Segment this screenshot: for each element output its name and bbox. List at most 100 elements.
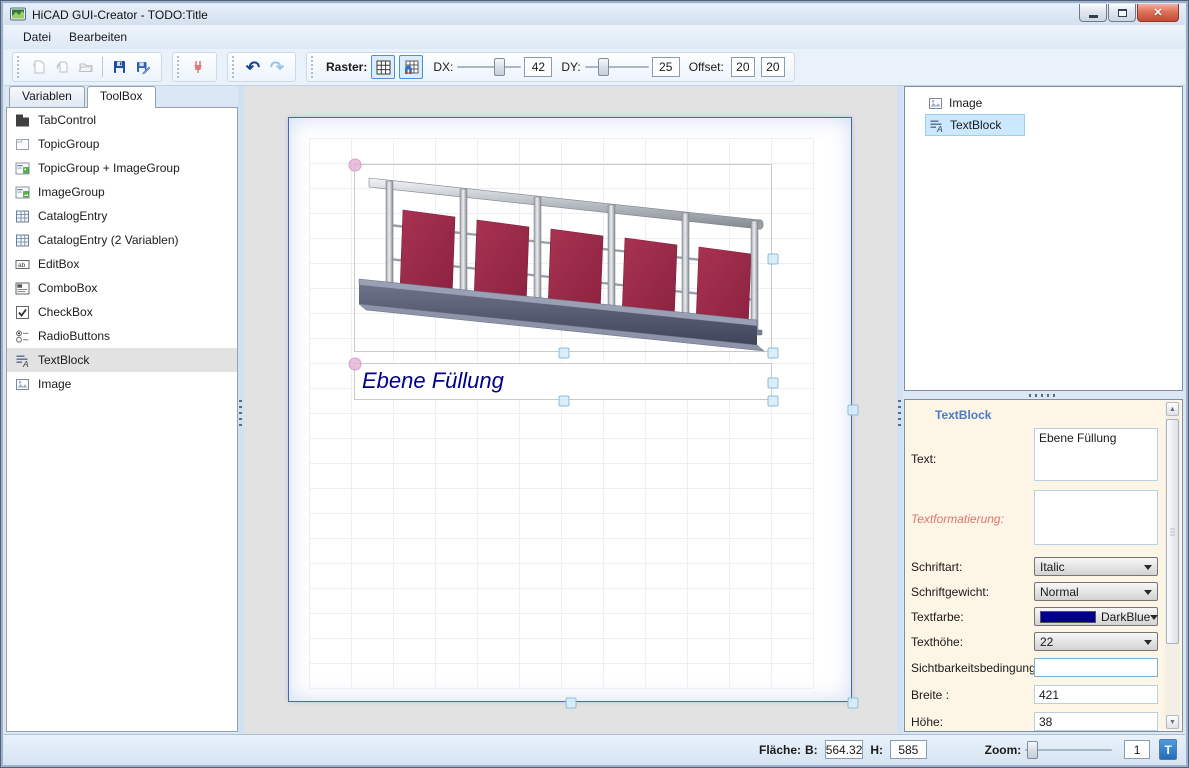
image-handle-top-left[interactable] <box>349 159 362 172</box>
zoom-slider-thumb[interactable] <box>1027 741 1038 759</box>
properties-scrollbar[interactable]: ▲ ▼ <box>1165 402 1180 729</box>
breite-input[interactable]: 421 <box>1034 685 1158 704</box>
text-input[interactable]: Ebene Füllung <box>1034 428 1158 481</box>
dy-slider-track <box>585 66 649 68</box>
zoom-slider[interactable] <box>1025 741 1111 759</box>
surface-handle-right[interactable] <box>848 405 859 416</box>
dx-slider[interactable] <box>457 58 521 76</box>
group-grip[interactable] <box>311 56 315 78</box>
tabcontrol-icon <box>15 113 30 128</box>
schriftart-dropdown[interactable]: Italic <box>1034 557 1158 576</box>
toolbox-item-catalogentry[interactable]: CatalogEntry <box>7 204 237 228</box>
surface-handle-corner[interactable] <box>848 698 859 709</box>
textblock-text: Ebene Füllung <box>355 364 771 394</box>
radiobuttons-icon <box>15 329 30 344</box>
new-button[interactable] <box>26 55 50 79</box>
textblock-icon: A <box>929 118 944 133</box>
design-surface[interactable]: Ebene Füllung <box>288 117 852 702</box>
sichtbarkeit-label: Sichtbarkeitsbedingung: <box>911 661 1039 675</box>
toolbox-item-textblock[interactable]: A TextBlock <box>7 348 237 372</box>
svg-text:A: A <box>936 124 943 133</box>
texthoehe-dropdown[interactable]: 22 <box>1034 632 1158 651</box>
toolbar-group-undo: ↶ ↷ <box>227 52 296 82</box>
plugin-button[interactable] <box>186 55 210 79</box>
text-label: Text: <box>911 452 936 466</box>
dx-value-box[interactable]: 42 <box>524 57 552 77</box>
horizontal-splitter[interactable] <box>904 391 1183 399</box>
textblock-handle-top-left[interactable] <box>349 358 362 371</box>
toolbox-item-image[interactable]: Image <box>7 372 237 396</box>
dy-slider[interactable] <box>585 58 649 76</box>
textblock-handle-right[interactable] <box>768 378 779 389</box>
scroll-up-icon[interactable]: ▲ <box>1166 402 1179 416</box>
tree-item-textblock[interactable]: A TextBlock <box>925 114 1025 136</box>
toolbar-separator <box>102 57 103 77</box>
group-grip[interactable] <box>232 56 236 78</box>
schriftgewicht-dropdown[interactable]: Normal <box>1034 582 1158 601</box>
toolbox-item-topicgroup-imagegroup[interactable]: TopicGroup + ImageGroup <box>7 156 237 180</box>
hoehe-status-box[interactable]: 585 <box>890 740 927 759</box>
scrollbar-thumb[interactable] <box>1166 419 1179 644</box>
menu-bearbeiten[interactable]: Bearbeiten <box>60 27 136 47</box>
sichtbarkeit-input[interactable] <box>1034 658 1158 677</box>
surface-handle-bottom[interactable] <box>566 698 577 709</box>
canvas-image-element[interactable] <box>354 164 772 352</box>
group-grip[interactable] <box>17 56 21 78</box>
maximize-button[interactable] <box>1108 4 1136 22</box>
toolbox-item-imagegroup[interactable]: ImageGroup <box>7 180 237 204</box>
toolbox-item-tabcontrol[interactable]: TabControl <box>7 108 237 132</box>
offset-x-box[interactable]: 20 <box>731 57 755 77</box>
imagegroup-icon <box>15 185 30 200</box>
toolbox-item-editbox[interactable]: ab EditBox <box>7 252 237 276</box>
dx-slider-thumb[interactable] <box>494 58 505 76</box>
dy-slider-thumb[interactable] <box>598 58 609 76</box>
breite-status-box[interactable]: 564.32 <box>825 740 864 759</box>
topicgroup-imagegroup-icon <box>15 161 30 176</box>
title-bar[interactable]: HiCAD GUI-Creator - TODO:Title ✕ <box>4 4 1185 25</box>
textformatierung-input[interactable] <box>1034 490 1158 545</box>
image-handle-corner[interactable] <box>768 348 779 359</box>
textblock-handle-corner[interactable] <box>768 396 779 407</box>
tab-variablen[interactable]: Variablen <box>9 86 85 107</box>
toolbox-item-radiobuttons[interactable]: RadioButtons <box>7 324 237 348</box>
redo-button[interactable]: ↷ <box>265 55 289 79</box>
dx-slider-track <box>457 66 521 68</box>
textfarbe-dropdown[interactable]: DarkBlue <box>1034 607 1158 626</box>
toolbox-item-checkbox[interactable]: CheckBox <box>7 300 237 324</box>
schriftart-label: Schriftart: <box>911 560 962 574</box>
text-tool-button[interactable]: T <box>1159 739 1177 760</box>
canvas-area[interactable]: Ebene Füllung <box>244 86 897 734</box>
save-button[interactable] <box>107 55 131 79</box>
open-button[interactable] <box>74 55 98 79</box>
tab-toolbox[interactable]: ToolBox <box>87 86 156 108</box>
undo-button[interactable]: ↶ <box>241 55 265 79</box>
toolbox-item-topicgroup[interactable]: TopicGroup <box>7 132 237 156</box>
raster-label: Raster: <box>326 60 367 74</box>
menu-datei[interactable]: Datei <box>14 27 60 47</box>
toolbar: ↶ ↷ Raster: DX: 42 DY: 25 Offs <box>4 49 1185 86</box>
save-as-button[interactable] <box>131 55 155 79</box>
zoom-label: Zoom: <box>985 743 1022 757</box>
hoehe-input[interactable]: 38 <box>1034 712 1158 731</box>
toolbox-item-catalogentry-2[interactable]: CatalogEntry (2 Variablen) <box>7 228 237 252</box>
textblock-handle-bottom[interactable] <box>559 396 570 407</box>
offset-y-box[interactable]: 20 <box>761 57 785 77</box>
reload-button[interactable] <box>50 55 74 79</box>
dy-value-box[interactable]: 25 <box>652 57 680 77</box>
grid-toggle-button[interactable] <box>371 55 395 79</box>
close-button[interactable]: ✕ <box>1137 4 1179 22</box>
minimize-button[interactable] <box>1079 4 1107 22</box>
image-handle-right[interactable] <box>768 254 779 265</box>
scroll-down-icon[interactable]: ▼ <box>1166 715 1179 729</box>
undo-icon: ↶ <box>246 59 260 76</box>
chevron-down-icon <box>1144 565 1152 574</box>
image-handle-bottom[interactable] <box>559 348 570 359</box>
tree-item-image[interactable]: Image <box>925 92 1025 114</box>
canvas-textblock-element[interactable]: Ebene Füllung <box>354 363 772 400</box>
grid-magnet-icon <box>404 60 419 75</box>
zoom-value-box[interactable]: 1 <box>1124 740 1151 759</box>
group-grip[interactable] <box>177 56 181 78</box>
toolbox-item-combobox[interactable]: ComboBox <box>7 276 237 300</box>
snap-toggle-button[interactable] <box>399 55 423 79</box>
toolbar-group-raster: Raster: DX: 42 DY: 25 Offset: 20 20 <box>306 52 795 82</box>
